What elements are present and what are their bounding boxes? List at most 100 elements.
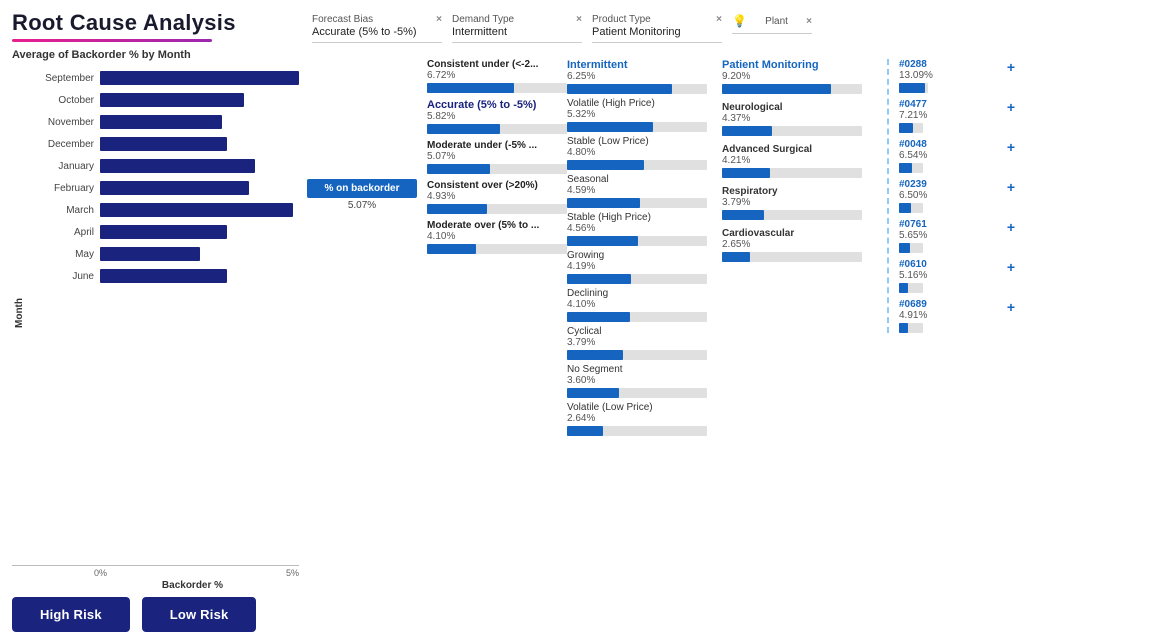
title-underline bbox=[12, 39, 212, 42]
dt-label: Volatile (Low Price) bbox=[567, 402, 722, 413]
low-risk-button[interactable]: Low Risk bbox=[142, 597, 257, 632]
dt-pct: 5.32% bbox=[567, 109, 722, 120]
dt-bar-track bbox=[567, 350, 707, 360]
filter-close-demand-type[interactable]: × bbox=[576, 14, 582, 25]
expand-plus-button[interactable]: + bbox=[1007, 59, 1015, 75]
filter-close-forecast-bias[interactable]: × bbox=[436, 14, 442, 25]
col-root: % on backorder 5.07% bbox=[307, 179, 427, 211]
fc-node: Consistent over (>20%) 4.93% bbox=[427, 180, 567, 214]
axis-tick: 0% bbox=[94, 568, 107, 578]
plant-bar-track bbox=[899, 323, 923, 333]
bar-row-may: May bbox=[26, 243, 299, 265]
plant-row: #0477 7.21% + bbox=[899, 99, 1007, 133]
bar-label: October bbox=[26, 95, 94, 106]
dt-node: Declining 4.10% bbox=[567, 288, 722, 322]
dt-node: Seasonal 4.59% bbox=[567, 174, 722, 208]
plant-bar-track bbox=[899, 163, 923, 173]
fc-bar-fill bbox=[427, 83, 514, 93]
dt-label: Declining bbox=[567, 288, 722, 299]
dt-bar-track bbox=[567, 236, 707, 246]
fc-pct: 5.82% bbox=[427, 111, 567, 122]
plant-node-label: #0048 bbox=[899, 139, 927, 150]
plant-pct: 7.21% bbox=[899, 110, 927, 121]
bar-label: December bbox=[26, 139, 94, 150]
dt-bar-track bbox=[567, 312, 707, 322]
bar-label: March bbox=[26, 205, 94, 216]
pt-label: Advanced Surgical bbox=[722, 144, 887, 155]
plant-bar-fill bbox=[899, 243, 910, 253]
pt-label: Neurological bbox=[722, 102, 887, 113]
filter-label-product-type: Product Type × bbox=[592, 14, 722, 25]
main-container: Root Cause Analysis Forecast Bias × Accu… bbox=[0, 0, 1150, 640]
filter-chip-plant: 💡 Plant × bbox=[732, 14, 812, 34]
sankey-area: % on backorder 5.07% Consistent under (<… bbox=[307, 49, 1138, 591]
pt-node: Cardiovascular 2.65% bbox=[722, 228, 887, 262]
expand-plus-button[interactable]: + bbox=[1007, 139, 1015, 155]
dt-bar-track bbox=[567, 84, 707, 94]
filter-close-product-type[interactable]: × bbox=[716, 14, 722, 25]
dt-bar-track bbox=[567, 122, 707, 132]
pt-bar-track bbox=[722, 126, 862, 136]
dt-label: Growing bbox=[567, 250, 722, 261]
dt-node: Volatile (Low Price) 2.64% bbox=[567, 402, 722, 436]
bar-track bbox=[100, 137, 299, 151]
bar-label: September bbox=[26, 73, 94, 84]
dt-label: Volatile (High Price) bbox=[567, 98, 722, 109]
dt-label: Intermittent bbox=[567, 59, 722, 71]
pt-pct: 3.79% bbox=[722, 197, 887, 208]
bar-row-february: February bbox=[26, 177, 299, 199]
bars-container: September October November December Janu… bbox=[26, 67, 299, 559]
title-area: Root Cause Analysis bbox=[12, 10, 312, 42]
pt-label: Respiratory bbox=[722, 186, 887, 197]
plant-bar-fill bbox=[899, 203, 911, 213]
fc-label: Consistent over (>20%) bbox=[427, 180, 567, 191]
plant-node-label: #0239 bbox=[899, 179, 927, 190]
dt-bar-fill bbox=[567, 236, 638, 246]
bar-track bbox=[100, 71, 299, 85]
dt-pct: 4.56% bbox=[567, 223, 722, 234]
pt-pct: 4.21% bbox=[722, 155, 887, 166]
expand-plus-button[interactable]: + bbox=[1007, 259, 1015, 275]
col-product-type: Patient Monitoring 9.20% Neurological 4.… bbox=[722, 59, 887, 262]
plant-node-label: #0761 bbox=[899, 219, 927, 230]
fc-bar-fill bbox=[427, 244, 476, 254]
pt-pct: 9.20% bbox=[722, 71, 887, 82]
fc-label: Consistent under (<-2... bbox=[427, 59, 567, 70]
dt-pct: 2.64% bbox=[567, 413, 722, 424]
expand-plus-button[interactable]: + bbox=[1007, 179, 1015, 195]
plant-row: #0239 6.50% + bbox=[899, 179, 1007, 213]
bar-row-april: April bbox=[26, 221, 299, 243]
dt-label: Stable (High Price) bbox=[567, 212, 722, 223]
filter-close-plant[interactable]: × bbox=[806, 16, 812, 27]
dt-label: Stable (Low Price) bbox=[567, 136, 722, 147]
pt-bar-fill bbox=[722, 252, 750, 262]
bar-label: February bbox=[26, 183, 94, 194]
pt-node: Neurological 4.37% bbox=[722, 102, 887, 136]
fc-node: Consistent under (<-2... 6.72% bbox=[427, 59, 567, 93]
x-axis-title: Backorder % bbox=[12, 580, 299, 591]
bar-track bbox=[100, 181, 299, 195]
dt-label: Cyclical bbox=[567, 326, 722, 337]
bar-track bbox=[100, 225, 299, 239]
plant-bar-track bbox=[899, 243, 923, 253]
expand-plus-button[interactable]: + bbox=[1007, 99, 1015, 115]
expand-plus-button[interactable]: + bbox=[1007, 219, 1015, 235]
left-panel: Average of Backorder % by Month Month Se… bbox=[12, 49, 307, 591]
plant-node: #0048 6.54% bbox=[899, 139, 927, 173]
bar-fill bbox=[100, 203, 293, 217]
bar-label: June bbox=[26, 271, 94, 282]
high-risk-button[interactable]: High Risk bbox=[12, 597, 130, 632]
pt-label: Patient Monitoring bbox=[722, 59, 887, 71]
fc-node: Moderate over (5% to ... 4.10% bbox=[427, 220, 567, 254]
filter-value-forecast-bias: Accurate (5% to -5%) bbox=[312, 26, 442, 38]
bulb-icon: 💡 bbox=[732, 14, 747, 28]
plant-node-label: #0477 bbox=[899, 99, 927, 110]
pt-bar-fill bbox=[722, 168, 770, 178]
bar-fill bbox=[100, 225, 227, 239]
plant-bar-track bbox=[899, 123, 923, 133]
plant-node: #0239 6.50% bbox=[899, 179, 927, 213]
plant-node: #0610 5.16% bbox=[899, 259, 927, 293]
plant-row: #0610 5.16% + bbox=[899, 259, 1007, 293]
fc-bar-track bbox=[427, 244, 567, 254]
expand-plus-button[interactable]: + bbox=[1007, 299, 1015, 315]
